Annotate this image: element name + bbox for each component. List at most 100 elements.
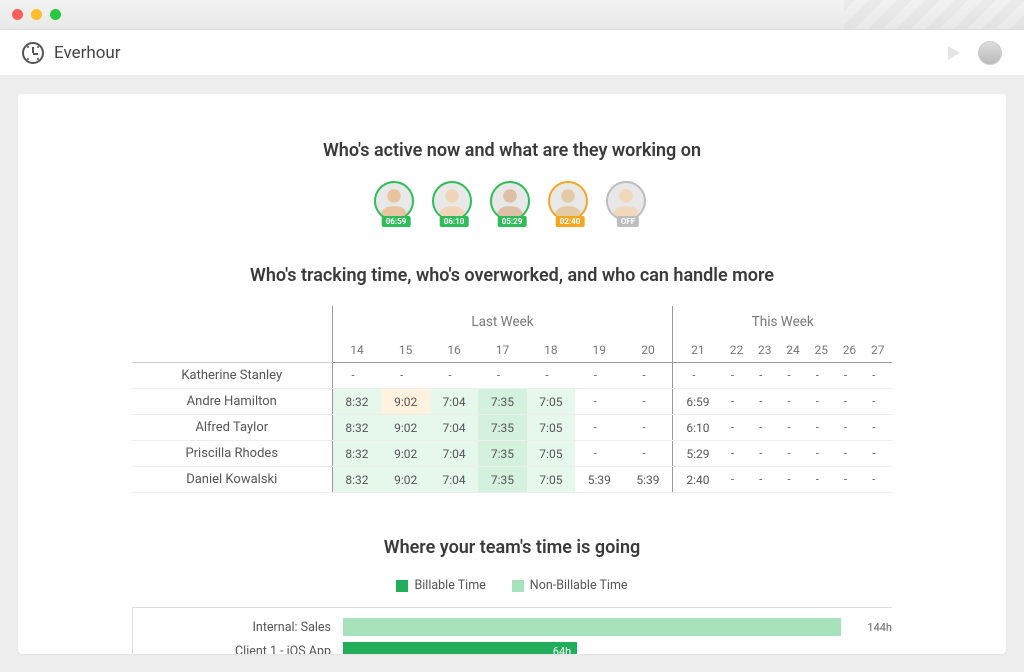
avatar	[374, 181, 414, 221]
day-header: 24	[779, 338, 807, 363]
bar-label: Internal: Sales	[133, 620, 343, 635]
time-cell: -	[623, 415, 672, 441]
window-close-icon[interactable]	[12, 9, 23, 20]
dashboard-card: Who's active now and what are they worki…	[18, 94, 1006, 654]
table-row[interactable]: Alfred Taylor8:329:027:047:357:05--6:10-…	[132, 415, 892, 441]
time-cell: 8:32	[332, 389, 381, 415]
window-maximize-icon[interactable]	[50, 9, 61, 20]
person-name: Daniel Kowalski	[132, 467, 332, 493]
time-cell: 9:02	[381, 467, 429, 493]
table-row[interactable]: Priscilla Rhodes8:329:027:047:357:05--5:…	[132, 441, 892, 467]
user-chip[interactable]: 05:29	[490, 181, 534, 221]
time-cell: -	[835, 467, 863, 493]
allocation-title: Where your team's time is going	[132, 537, 892, 558]
day-header: 20	[623, 338, 672, 363]
time-cell: -	[623, 441, 672, 467]
time-cell: 5:39	[623, 467, 672, 493]
day-header: 17	[478, 338, 526, 363]
browser-chrome	[0, 0, 1024, 30]
bar-value-label: 144h	[861, 621, 892, 634]
day-header: 18	[527, 338, 575, 363]
time-cell: 8:32	[332, 415, 381, 441]
time-cell: 7:05	[527, 467, 575, 493]
time-cell: 7:35	[478, 415, 526, 441]
column-group-last-week: Last Week	[332, 306, 673, 338]
time-cell: 7:05	[527, 389, 575, 415]
time-tracking-table: Last Week This Week 14151617181920212223…	[132, 306, 892, 493]
time-cell: -	[381, 363, 429, 389]
time-cell: -	[623, 363, 672, 389]
active-now-title: Who's active now and what are they worki…	[78, 140, 946, 161]
chart-bar-row[interactable]: Client 1 - iOS App64h	[133, 642, 892, 654]
time-cell: -	[807, 415, 835, 441]
time-cell: -	[807, 363, 835, 389]
time-cell: -	[751, 467, 779, 493]
user-chip[interactable]: OFF	[606, 181, 650, 221]
time-cell: -	[864, 415, 892, 441]
time-cell: -	[779, 415, 807, 441]
person-name: Alfred Taylor	[132, 415, 332, 441]
avatar	[490, 181, 530, 221]
chart-frame: Internal: Sales 144h Client 1 - iOS App64h	[132, 607, 892, 654]
time-cell: -	[430, 363, 478, 389]
time-cell: -	[722, 415, 750, 441]
brand-name: Everhour	[54, 43, 121, 63]
avatar	[432, 181, 472, 221]
time-badge: OFF	[617, 216, 639, 227]
time-cell: -	[835, 363, 863, 389]
time-cell: -	[779, 389, 807, 415]
table-row[interactable]: Daniel Kowalski8:329:027:047:357:055:395…	[132, 467, 892, 493]
time-cell: -	[722, 389, 750, 415]
day-header: 23	[751, 338, 779, 363]
time-cell: -	[751, 441, 779, 467]
app-header: Everhour	[0, 30, 1024, 76]
time-cell: -	[575, 415, 623, 441]
time-cell: 7:04	[430, 415, 478, 441]
time-cell: -	[864, 363, 892, 389]
time-cell: -	[722, 467, 750, 493]
bar-track	[343, 618, 861, 636]
avatar	[606, 181, 646, 221]
bar-segment-billable: 64h	[343, 642, 577, 654]
chart-legend: Billable Time Non-Billable Time	[132, 578, 892, 593]
user-chip[interactable]: 06:59	[374, 181, 418, 221]
day-header: 27	[864, 338, 892, 363]
time-cell: -	[779, 441, 807, 467]
time-cell: -	[864, 441, 892, 467]
current-user-avatar[interactable]	[978, 41, 1002, 65]
user-chip[interactable]: 06:10	[432, 181, 476, 221]
time-cell: -	[807, 467, 835, 493]
time-cell: 9:02	[381, 389, 429, 415]
chart-bar-row[interactable]: Internal: Sales 144h	[133, 618, 892, 636]
bar-label: Client 1 - iOS App	[133, 644, 343, 655]
time-cell: -	[864, 467, 892, 493]
bar-segment-nonbillable	[343, 618, 841, 636]
time-cell: -	[751, 389, 779, 415]
time-cell: 8:32	[332, 467, 381, 493]
time-allocation-section: Where your team's time is going Billable…	[132, 537, 892, 654]
time-cell: -	[575, 441, 623, 467]
person-name: Katherine Stanley	[132, 363, 332, 389]
time-cell: 6:59	[673, 389, 722, 415]
time-badge: 05:29	[498, 216, 527, 227]
time-cell: -	[807, 389, 835, 415]
logo[interactable]: Everhour	[22, 42, 121, 64]
day-header: 19	[575, 338, 623, 363]
clock-icon	[22, 42, 44, 64]
time-cell: 7:04	[430, 441, 478, 467]
active-users-row: 06:59 06:10 05:29 02:40 OFF	[78, 181, 946, 221]
day-header: 15	[381, 338, 429, 363]
time-cell: -	[835, 389, 863, 415]
play-icon[interactable]	[948, 46, 960, 60]
time-cell: -	[722, 363, 750, 389]
avatar	[548, 181, 588, 221]
window-minimize-icon[interactable]	[31, 9, 42, 20]
user-chip[interactable]: 02:40	[548, 181, 592, 221]
legend-billable: Billable Time	[396, 578, 485, 593]
time-cell: 7:35	[478, 441, 526, 467]
day-header: 14	[332, 338, 381, 363]
table-row[interactable]: Andre Hamilton8:329:027:047:357:05--6:59…	[132, 389, 892, 415]
table-row[interactable]: Katherine Stanley--------------	[132, 363, 892, 389]
billable-swatch-icon	[396, 580, 408, 592]
time-cell: -	[722, 441, 750, 467]
